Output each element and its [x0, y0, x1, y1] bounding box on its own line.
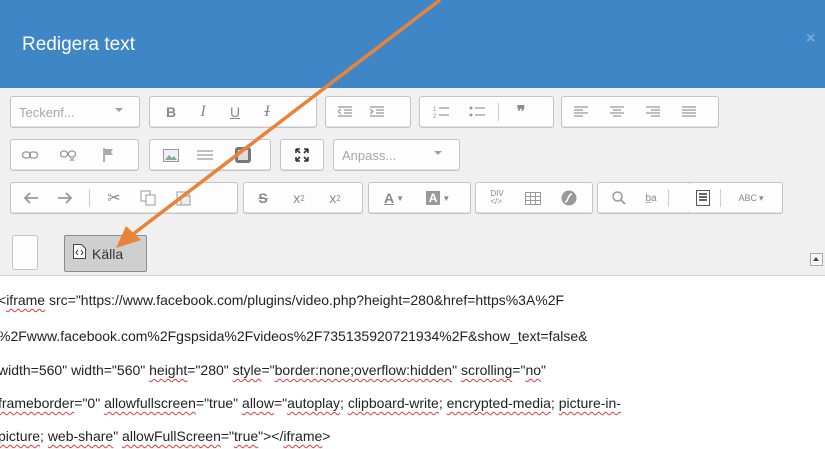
link-group	[10, 139, 139, 171]
color-group: A ▼ A ▼	[368, 182, 471, 214]
source-button[interactable]: Källa	[64, 235, 147, 272]
source-line-4: frameborder="0" allowfullscreen="true" a…	[0, 395, 621, 411]
redo-icon[interactable]	[53, 183, 79, 213]
scroll-up-icon[interactable]	[810, 253, 823, 266]
show-blocks-button[interactable]	[12, 235, 38, 270]
tools-group: ABC ▾	[688, 182, 783, 214]
svg-text:1: 1	[433, 107, 437, 113]
source-line-5: picture; web-share" allowFullScreen="tru…	[0, 428, 331, 444]
close-icon[interactable]: ×	[806, 30, 815, 48]
copy-icon[interactable]	[135, 183, 161, 213]
blockquote-icon[interactable]: ❞	[508, 97, 534, 127]
format-combo[interactable]: Anpass...	[333, 139, 460, 171]
unlink-icon[interactable]	[55, 140, 81, 170]
iframe-icon[interactable]	[230, 140, 256, 170]
source-line-3: width=560" width="560" height="280" styl…	[0, 362, 547, 378]
flash-icon[interactable]	[556, 183, 582, 213]
table-icon[interactable]	[520, 183, 546, 213]
find-group: b̲a	[597, 182, 697, 214]
basic-styles-group: B I U I	[149, 96, 317, 128]
align-center-icon[interactable]	[604, 97, 630, 127]
spellcheck-icon[interactable]: ABC ▾	[730, 183, 772, 213]
bullet-list-icon[interactable]	[464, 97, 490, 127]
align-group	[561, 96, 719, 128]
cut-icon[interactable]: ✂	[101, 183, 127, 213]
editor-toolbar: Teckenf... B I U I 12 ❞ Anpass... ✂ S x …	[0, 88, 825, 276]
template-icon[interactable]	[690, 183, 716, 213]
font-combo-label: Teckenf...	[19, 104, 75, 120]
insert-group	[149, 139, 271, 171]
horizontal-rule-icon[interactable]	[192, 140, 218, 170]
svg-text:2: 2	[433, 114, 437, 119]
source-icon	[73, 243, 86, 264]
clipboard-group: ✂	[10, 182, 238, 214]
font-combo[interactable]: Teckenf...	[10, 96, 140, 128]
maximize-icon[interactable]	[289, 140, 315, 170]
underline-icon[interactable]: U	[222, 97, 248, 127]
list-group: 12 ❞	[419, 96, 554, 128]
align-right-icon[interactable]	[640, 97, 666, 127]
chevron-down-icon	[115, 108, 123, 112]
bold-icon[interactable]: B	[158, 97, 184, 127]
chevron-down-icon	[434, 151, 442, 155]
numbered-list-icon[interactable]: 12	[428, 97, 454, 127]
paste-icon[interactable]	[171, 183, 197, 213]
anchor-icon[interactable]	[95, 140, 121, 170]
source-button-label: Källa	[92, 245, 124, 262]
source-line-1: <iframe src="https://www.facebook.com/pl…	[0, 292, 565, 308]
find-icon[interactable]	[606, 183, 632, 213]
replace-icon[interactable]: b̲a	[638, 183, 664, 213]
bg-color-icon[interactable]: A ▼	[421, 183, 455, 213]
superscript-icon[interactable]: x2	[322, 183, 348, 213]
image-icon[interactable]	[158, 140, 184, 170]
indent-icon[interactable]	[364, 97, 390, 127]
strike-icon[interactable]: S	[250, 183, 276, 213]
remove-format-icon[interactable]: I	[254, 97, 280, 127]
subscript-icon[interactable]: x2	[286, 183, 312, 213]
indent-group	[325, 96, 411, 128]
outdent-icon[interactable]	[332, 97, 358, 127]
align-left-icon[interactable]	[568, 97, 594, 127]
dialog-title: Redigera text	[22, 34, 136, 55]
div-icon[interactable]: DIV </>	[484, 183, 510, 213]
source-line-2: %2Fwww.facebook.com%2Fgspsida%2Fvideos%2…	[0, 328, 588, 344]
italic-icon[interactable]: I	[190, 97, 216, 127]
block-group: DIV </>	[475, 182, 593, 214]
link-icon[interactable]	[17, 140, 43, 170]
undo-icon[interactable]	[17, 183, 43, 213]
maximize-group	[280, 139, 324, 171]
text-color-icon[interactable]: A ▼	[377, 183, 411, 213]
justify-icon[interactable]	[676, 97, 702, 127]
dialog-titlebar: Redigera text ×	[0, 0, 825, 88]
format-combo-label: Anpass...	[342, 147, 397, 163]
text-style-group: S x2 x2	[243, 182, 363, 214]
